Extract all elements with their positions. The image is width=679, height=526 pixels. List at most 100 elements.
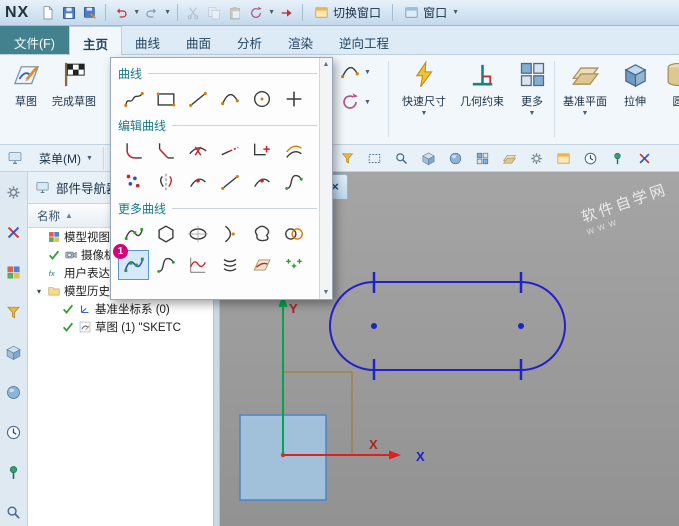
panel-command-helix[interactable]	[214, 250, 245, 280]
grid-icon[interactable]	[472, 149, 492, 169]
datum-dropdown-icon[interactable]: ▼	[582, 110, 589, 117]
tab-逆向工程[interactable]: 逆向工程	[326, 26, 402, 54]
panel-command-point-set[interactable]	[278, 250, 309, 280]
clock-navigator-icon[interactable]	[4, 422, 24, 442]
navigator-row[interactable]: 草图 (1) "SKETC	[28, 318, 213, 336]
cylinder-button[interactable]: 圆	[658, 59, 679, 109]
window-menu-button[interactable]: 窗口▼	[398, 2, 466, 23]
panel-command-quick-extend[interactable]	[214, 136, 245, 166]
panel-command-mirror-curve[interactable]	[150, 167, 181, 197]
gear-icon[interactable]	[526, 149, 546, 169]
tab-主页[interactable]: 主页	[69, 26, 122, 55]
redo-dropdown-icon[interactable]: ▼	[164, 9, 171, 16]
panel-command-quick-trim[interactable]	[182, 136, 213, 166]
switch-window-button[interactable]: 切换窗口	[308, 2, 387, 23]
tab-渲染[interactable]: 渲染	[275, 26, 326, 54]
sphere-icon[interactable]	[445, 149, 465, 169]
pin-navigator-icon[interactable]	[4, 462, 24, 482]
panel-command-offset-curve[interactable]	[278, 136, 309, 166]
panel-command-fit-curve[interactable]: 1	[118, 250, 149, 280]
save-as-button[interactable]	[80, 3, 100, 23]
datum-plane-icon	[570, 59, 601, 90]
panel-command-law-curve[interactable]	[182, 250, 213, 280]
expander-icon[interactable]: ▾	[34, 287, 44, 296]
cut-button[interactable]	[183, 3, 203, 23]
datum-plane-button[interactable]: 基准平面 ▼	[558, 59, 612, 117]
sketch-icon	[11, 59, 42, 90]
sphere-navigator-icon[interactable]	[4, 382, 24, 402]
panel-command-circle[interactable]	[246, 84, 277, 114]
datum-icon[interactable]	[499, 149, 519, 169]
screen-icon[interactable]	[5, 148, 25, 168]
window-icon[interactable]	[553, 149, 573, 169]
sketch-button[interactable]: 草图	[4, 59, 48, 109]
panel-command-line[interactable]	[182, 84, 213, 114]
scroll-down-icon[interactable]: ▼	[323, 289, 330, 296]
new-file-button[interactable]	[38, 3, 58, 23]
panel-command-section-curve[interactable]	[278, 167, 309, 197]
sketch-obround-curve[interactable]	[330, 282, 565, 370]
panel-command-two-circles[interactable]	[278, 219, 309, 249]
panel-command-fillet[interactable]	[118, 136, 149, 166]
redo-button[interactable]	[142, 3, 162, 23]
panel-command-rectangle[interactable]	[150, 84, 181, 114]
panel-command-derived-line[interactable]	[214, 167, 245, 197]
repeat-dropdown-icon[interactable]: ▼	[268, 9, 275, 16]
more-button[interactable]: 更多 ▼	[512, 59, 552, 117]
menu-button[interactable]: 菜单(M)▼	[30, 147, 104, 170]
panel-command-chamfer[interactable]	[150, 136, 181, 166]
panel-command-profile[interactable]	[118, 84, 149, 114]
profile-icon	[123, 88, 145, 110]
views-navigator-icon[interactable]	[4, 262, 24, 282]
gear-navigator-icon[interactable]	[4, 182, 24, 202]
scroll-up-icon[interactable]: ▲	[323, 61, 330, 68]
menu-toolbar: 菜单(M)▼	[0, 145, 679, 172]
panel-command-polygon[interactable]	[150, 219, 181, 249]
quick-dim-dropdown-icon[interactable]: ▼	[421, 110, 428, 117]
curve-panel-sections: 曲线编辑曲线更多曲线1	[111, 58, 319, 299]
magnifier-navigator-icon[interactable]	[4, 502, 24, 522]
magnifier-icon[interactable]	[391, 149, 411, 169]
tab-曲线[interactable]: 曲线	[122, 26, 173, 54]
goto-button[interactable]	[277, 3, 297, 23]
dashed-rect-icon[interactable]	[364, 149, 384, 169]
cube-navigator-icon[interactable]	[4, 342, 24, 362]
geometric-constraint-button[interactable]: 几何约束	[454, 59, 510, 109]
panel-command-studio-spline[interactable]	[150, 250, 181, 280]
finish-sketch-button[interactable]: 完成草图	[48, 59, 100, 109]
panel-command-make-corner[interactable]	[246, 136, 277, 166]
extrude-button[interactable]: 拉伸	[614, 59, 656, 109]
save-button[interactable]	[59, 3, 79, 23]
clock-icon[interactable]	[580, 149, 600, 169]
panel-command-point[interactable]	[278, 84, 309, 114]
circle-command-button[interactable]: ▼	[337, 90, 373, 114]
cross-navigator-icon[interactable]	[4, 222, 24, 242]
navigator-row[interactable]: 基准坐标系 (0)	[28, 300, 213, 318]
repeat-command-button[interactable]	[246, 3, 266, 23]
panel-command-scale-curve[interactable]	[246, 167, 277, 197]
quick-dimension-button[interactable]: 快速尺寸 ▼	[396, 59, 452, 117]
copy-button[interactable]	[204, 3, 224, 23]
arc-command-button[interactable]: ▼	[337, 60, 373, 84]
panel-command-art-spline[interactable]	[246, 219, 277, 249]
tab-分析[interactable]: 分析	[224, 26, 275, 54]
funnel-navigator-icon[interactable]	[4, 302, 24, 322]
fit-curve-icon	[123, 254, 145, 276]
funnel-icon[interactable]	[337, 149, 357, 169]
pin-icon[interactable]	[607, 149, 627, 169]
panel-scrollbar[interactable]: ▲ ▼	[319, 58, 332, 299]
undo-dropdown-icon[interactable]: ▼	[133, 9, 140, 16]
more-dropdown-icon[interactable]: ▼	[529, 110, 536, 117]
panel-command-pattern-curve[interactable]	[118, 167, 149, 197]
tab-曲面[interactable]: 曲面	[173, 26, 224, 54]
cube-icon[interactable]	[418, 149, 438, 169]
panel-command-surface-curve[interactable]	[246, 250, 277, 280]
panel-command-ellipse[interactable]	[182, 219, 213, 249]
panel-command-arc[interactable]	[214, 84, 245, 114]
panel-command-conic[interactable]	[214, 219, 245, 249]
tab-file[interactable]: 文件(F)	[0, 26, 69, 54]
cross-icon[interactable]	[634, 149, 654, 169]
undo-button[interactable]	[111, 3, 131, 23]
paste-button[interactable]	[225, 3, 245, 23]
panel-command-intersection-curve[interactable]	[182, 167, 213, 197]
